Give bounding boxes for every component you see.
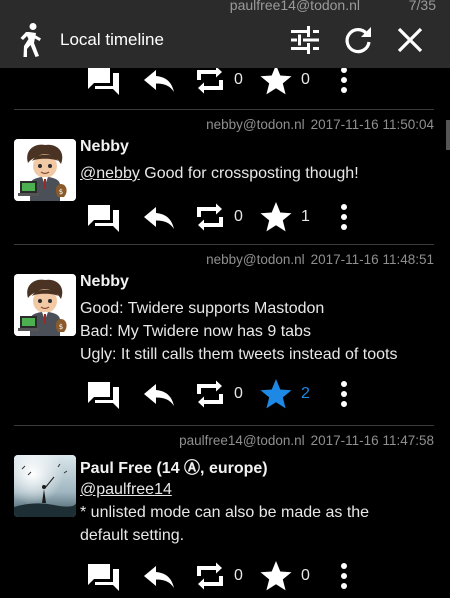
boost-icon[interactable] xyxy=(192,199,228,235)
status-item[interactable]: nebby@todon.nl 2017-11-16 11:50:04 $ Nebb… xyxy=(0,110,450,244)
status-text: @paulfree14 * unlisted mode can also be … xyxy=(80,478,442,547)
status-text: @nebby Good for crossposting though! xyxy=(80,162,442,185)
svg-text:$: $ xyxy=(59,188,63,196)
status-text-line: Good: Twidere supports Mastodon xyxy=(80,300,325,317)
star-icon[interactable] xyxy=(258,558,294,594)
conversation-icon[interactable] xyxy=(86,376,122,412)
more-vert-icon[interactable] xyxy=(336,376,352,412)
status-text-line: Bad: My Twidere now has 9 tabs xyxy=(80,323,311,340)
app-bar: paulfree14@todon.nl 7/35 Local timeline xyxy=(0,0,450,68)
status-time: 2017-11-16 11:48:51 xyxy=(310,252,434,267)
mention-link[interactable]: @nebby xyxy=(80,165,140,182)
star-icon[interactable] xyxy=(258,376,294,412)
status-account: nebby@todon.nl xyxy=(206,117,305,132)
avatar-image xyxy=(14,455,76,517)
status-text-line: * unlisted mode can also be made as the xyxy=(80,504,370,521)
refresh-icon[interactable] xyxy=(342,24,374,56)
filter-icon[interactable] xyxy=(289,24,321,56)
boost-count: 0 xyxy=(234,208,243,225)
display-name[interactable]: Paul Free (14 Ⓐ, europe) xyxy=(80,454,268,478)
status-item[interactable]: nebby@todon.nl 2017-11-16 11:48:51 $ Nebb… xyxy=(0,245,450,425)
status-account: paulfree14@todon.nl xyxy=(179,433,305,448)
runner-icon[interactable] xyxy=(16,22,46,58)
current-account: paulfree14@todon.nl xyxy=(229,0,360,13)
status-meta: paulfree14@todon.nl 2017-11-16 11:47:58 xyxy=(179,433,434,448)
status-text-line: default setting. xyxy=(80,527,185,544)
status-time: 2017-11-16 11:50:04 xyxy=(310,117,434,132)
favorite-count: 0 xyxy=(301,567,310,584)
star-icon[interactable] xyxy=(258,199,294,235)
more-vert-icon[interactable] xyxy=(336,558,352,594)
boost-count: 0 xyxy=(234,385,243,402)
status-text: Good: Twidere supports Mastodon Bad: My … xyxy=(80,297,442,366)
svg-text:$: $ xyxy=(59,323,63,331)
reply-icon[interactable] xyxy=(141,199,177,235)
mention-link[interactable]: @paulfree14 xyxy=(80,481,172,498)
favorite-count: 2 xyxy=(301,385,310,402)
status-actions: 0 2 xyxy=(86,372,376,414)
status-item[interactable]: paulfree14@todon.nl 2017-11-16 11:47:58 xyxy=(0,426,450,598)
status-actions: 0 0 xyxy=(86,554,376,596)
boost-icon[interactable] xyxy=(192,558,228,594)
status-text-line: Ugly: It still calls them tweets instead… xyxy=(80,346,398,363)
favorite-count: 0 xyxy=(301,71,310,88)
status-meta: nebby@todon.nl 2017-11-16 11:50:04 xyxy=(206,117,434,132)
reply-icon[interactable] xyxy=(141,558,177,594)
favorite-count: 1 xyxy=(301,208,310,225)
boost-count: 0 xyxy=(234,71,243,88)
display-name[interactable]: Nebby xyxy=(80,273,129,291)
status-meta: nebby@todon.nl 2017-11-16 11:48:51 xyxy=(206,252,434,267)
reply-icon[interactable] xyxy=(141,376,177,412)
status-text-rest: Good for crossposting though! xyxy=(139,165,359,182)
close-icon[interactable] xyxy=(394,24,426,56)
timeline-counter: 7/35 xyxy=(408,0,436,13)
avatar-image: $ xyxy=(14,139,76,201)
page-title: Local timeline xyxy=(60,30,164,49)
status-account: nebby@todon.nl xyxy=(206,252,305,267)
display-name[interactable]: Nebby xyxy=(80,138,129,156)
avatar[interactable]: $ xyxy=(14,274,76,336)
conversation-icon[interactable] xyxy=(86,558,122,594)
status-actions: 0 1 xyxy=(86,195,376,237)
avatar[interactable]: $ xyxy=(14,139,76,201)
avatar[interactable] xyxy=(14,455,76,517)
boost-icon[interactable] xyxy=(192,376,228,412)
more-vert-icon[interactable] xyxy=(336,199,352,235)
avatar-image: $ xyxy=(14,274,76,336)
conversation-icon[interactable] xyxy=(86,199,122,235)
boost-count: 0 xyxy=(234,567,243,584)
status-time: 2017-11-16 11:47:58 xyxy=(310,433,434,448)
